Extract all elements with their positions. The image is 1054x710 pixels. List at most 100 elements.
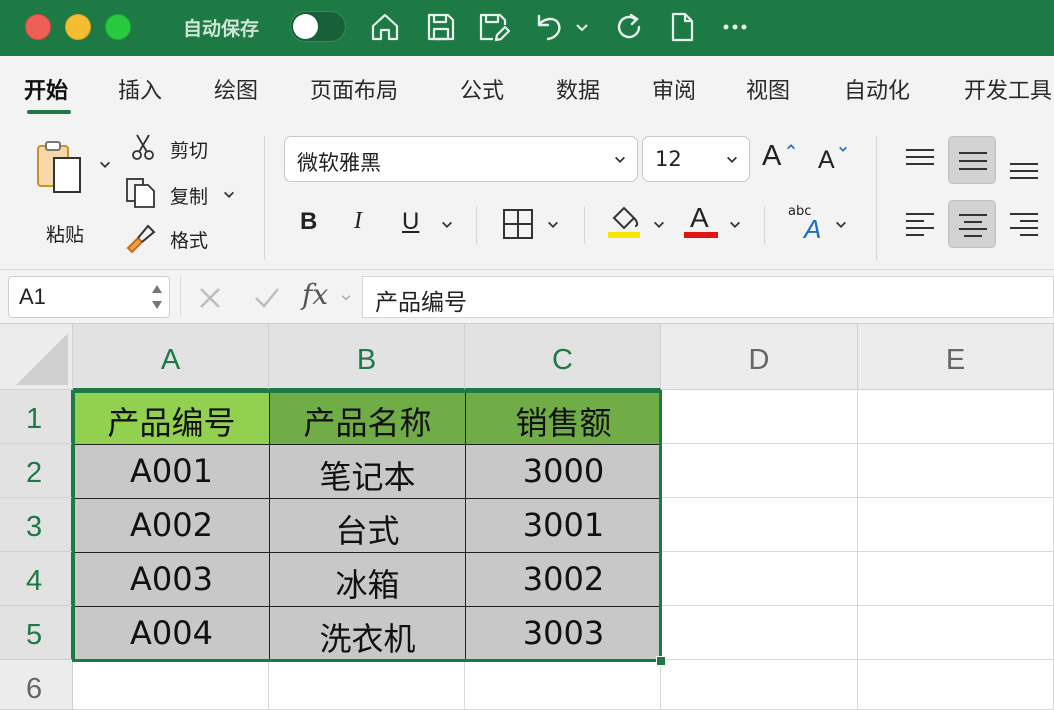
cancel-icon[interactable] [198, 286, 222, 310]
format-painter-button[interactable]: 格式 [124, 220, 234, 256]
column-header-d[interactable]: D [661, 324, 858, 390]
cell-a1[interactable]: 产品编号 [73, 390, 270, 445]
zoom-window-button[interactable] [105, 14, 131, 40]
bold-button[interactable]: B [300, 208, 317, 236]
fill-handle[interactable] [656, 656, 666, 666]
cell-c5[interactable]: 3003 [465, 606, 662, 661]
align-top-button[interactable] [896, 136, 944, 184]
enter-checkmark-icon[interactable] [254, 286, 280, 310]
tab-home[interactable]: 开始 [24, 73, 68, 105]
underline-dropdown-chevron-icon[interactable] [440, 218, 454, 232]
autosave-toggle[interactable] [290, 11, 346, 42]
cell-b3[interactable]: 台式 [269, 498, 466, 553]
tab-developer[interactable]: 开发工具 [964, 73, 1052, 105]
cell-c2[interactable]: 3000 [465, 444, 662, 499]
column-header-a[interactable]: A [73, 324, 269, 390]
save-as-icon[interactable] [476, 10, 511, 44]
decrease-font-size-button[interactable]: A [818, 144, 858, 184]
italic-button[interactable]: I [354, 208, 362, 235]
cell-d5[interactable] [661, 606, 858, 660]
more-icon[interactable] [718, 10, 752, 44]
fill-color-dropdown-chevron-icon[interactable] [652, 218, 666, 232]
new-document-icon[interactable] [665, 10, 699, 44]
cell-e4[interactable] [858, 552, 1054, 606]
tab-draw[interactable]: 绘图 [214, 73, 258, 105]
tab-automate[interactable]: 自动化 [844, 73, 910, 105]
tab-formulas[interactable]: 公式 [460, 73, 504, 105]
cell-d2[interactable] [661, 444, 858, 498]
text-effects-button[interactable]: abc A [788, 204, 828, 244]
save-icon[interactable] [424, 10, 458, 44]
align-bottom-button[interactable] [1000, 144, 1048, 192]
underline-button[interactable]: U [402, 208, 419, 236]
minimize-window-button[interactable] [65, 14, 91, 40]
row-header-2[interactable]: 2 [0, 444, 73, 498]
tab-view[interactable]: 视图 [746, 73, 790, 105]
paste-dropdown-chevron-icon[interactable] [98, 158, 112, 172]
cell-b1[interactable]: 产品名称 [269, 390, 466, 445]
borders-icon[interactable] [502, 208, 534, 240]
close-window-button[interactable] [25, 14, 51, 40]
align-left-button[interactable] [896, 200, 944, 248]
tab-review[interactable]: 审阅 [652, 73, 696, 105]
copy-dropdown-chevron-icon[interactable] [222, 188, 236, 202]
align-right-button[interactable] [1000, 200, 1048, 248]
column-header-b[interactable]: B [269, 324, 465, 390]
cell-c1[interactable]: 销售额 [465, 390, 662, 445]
cell-d6[interactable] [661, 660, 858, 710]
column-header-c[interactable]: C [465, 324, 661, 390]
redo-icon[interactable] [612, 10, 646, 44]
cell-d1[interactable] [661, 390, 858, 444]
row-header-5[interactable]: 5 [0, 606, 73, 660]
align-center-button[interactable] [948, 200, 996, 248]
cell-d3[interactable] [661, 498, 858, 552]
tab-data[interactable]: 数据 [556, 73, 600, 105]
undo-icon[interactable] [532, 10, 566, 44]
tab-insert[interactable]: 插入 [118, 73, 162, 105]
function-dropdown-chevron-icon[interactable] [340, 292, 352, 304]
cell-a6[interactable] [73, 660, 269, 710]
text-effects-dropdown-chevron-icon[interactable] [834, 218, 848, 232]
cell-c6[interactable] [465, 660, 661, 710]
cut-button[interactable]: 剪切 [128, 132, 238, 168]
cell-e5[interactable] [858, 606, 1054, 660]
borders-dropdown-chevron-icon[interactable] [546, 218, 560, 232]
cell-e6[interactable] [858, 660, 1054, 710]
cell-e2[interactable] [858, 444, 1054, 498]
cell-e1[interactable] [858, 390, 1054, 444]
copy-button[interactable]: 复制 [124, 176, 244, 212]
fill-color-button[interactable] [606, 204, 642, 240]
name-box[interactable]: A1 [8, 276, 170, 318]
cell-b2[interactable]: 笔记本 [269, 444, 466, 499]
undo-dropdown-chevron-icon[interactable] [574, 20, 590, 36]
cell-d4[interactable] [661, 552, 858, 606]
row-header-3[interactable]: 3 [0, 498, 73, 552]
paste-button[interactable]: 粘贴 [28, 134, 118, 246]
font-color-button[interactable]: A [684, 202, 718, 240]
cell-e3[interactable] [858, 498, 1054, 552]
font-size-select[interactable]: 12 [642, 136, 750, 182]
cell-b5[interactable]: 洗衣机 [269, 606, 466, 661]
cell-a5[interactable]: A004 [73, 606, 270, 661]
insert-function-button[interactable]: fx [302, 278, 328, 311]
row-header-6[interactable]: 6 [0, 660, 73, 710]
column-header-e[interactable]: E [858, 324, 1054, 390]
cell-c4[interactable]: 3002 [465, 552, 662, 607]
cell-a2[interactable]: A001 [73, 444, 270, 499]
name-box-stepper-icon[interactable] [151, 281, 163, 313]
increase-font-size-button[interactable]: A [762, 140, 802, 180]
row-header-1[interactable]: 1 [0, 390, 73, 444]
font-color-dropdown-chevron-icon[interactable] [728, 218, 742, 232]
font-name-select[interactable]: 微软雅黑 [284, 136, 638, 182]
cell-a4[interactable]: A003 [73, 552, 270, 607]
cell-b6[interactable] [269, 660, 465, 710]
cell-b4[interactable]: 冰箱 [269, 552, 466, 607]
formula-input[interactable]: 产品编号 [362, 276, 1054, 318]
tab-page-layout[interactable]: 页面布局 [310, 73, 398, 105]
align-middle-button[interactable] [948, 136, 996, 184]
select-all-corner[interactable] [0, 324, 73, 390]
home-icon[interactable] [368, 10, 402, 44]
cell-a3[interactable]: A002 [73, 498, 270, 553]
cell-c3[interactable]: 3001 [465, 498, 662, 553]
row-header-4[interactable]: 4 [0, 552, 73, 606]
